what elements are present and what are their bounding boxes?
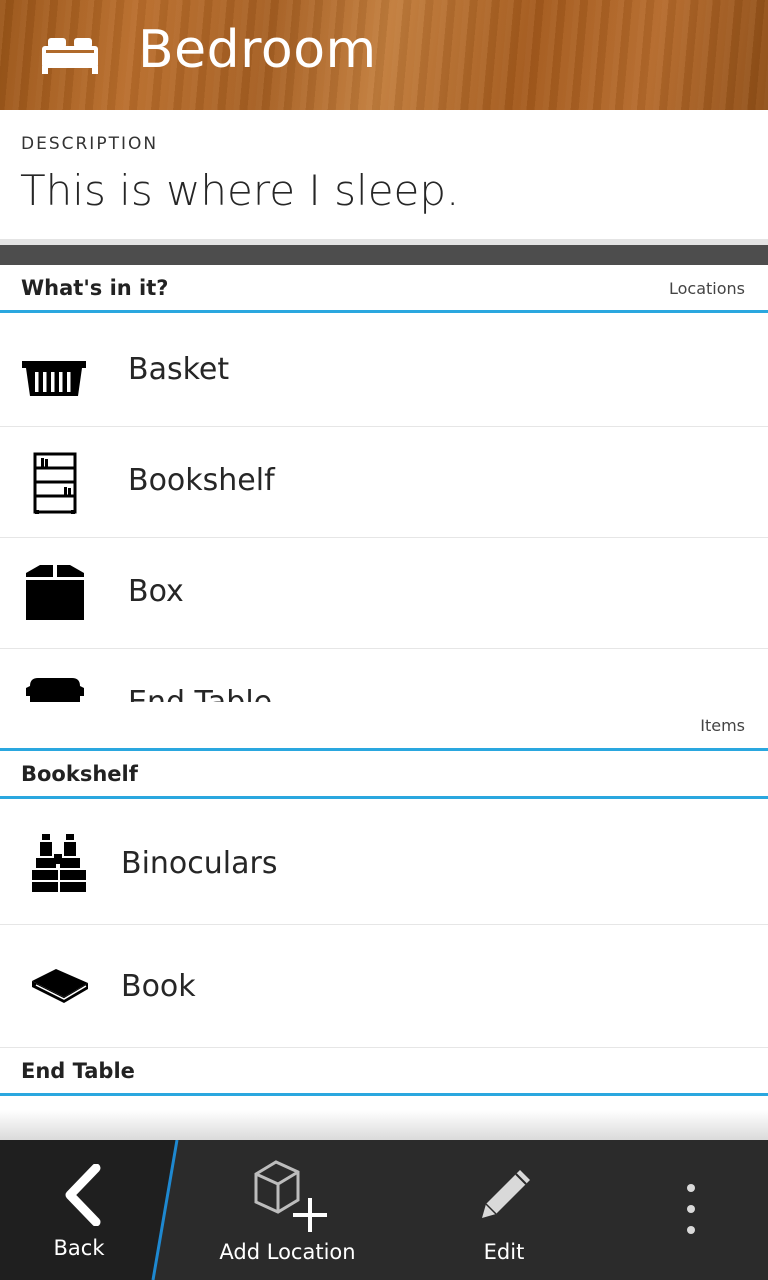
box-icon xyxy=(26,565,84,620)
scroll-fade xyxy=(0,1110,768,1142)
group-title: Bookshelf xyxy=(21,762,138,786)
list-item-label: Bookshelf xyxy=(128,463,275,498)
title-bar: Bedroom xyxy=(0,0,768,110)
locations-header: What's in it? Locations xyxy=(0,265,768,313)
list-item[interactable]: Binoculars xyxy=(0,802,768,925)
group-header-bookshelf: Bookshelf xyxy=(0,751,768,799)
bookshelf-icon xyxy=(33,452,77,514)
add-location-icon[interactable] xyxy=(250,1156,330,1236)
locations-list[interactable]: Basket Bookshelf Box End Table xyxy=(0,316,768,702)
end-table-icon xyxy=(26,678,84,702)
list-item-label: Book xyxy=(121,969,196,1004)
list-item[interactable]: End Table xyxy=(0,649,768,702)
page-title: Bedroom xyxy=(138,20,377,80)
group-header-end-table: End Table xyxy=(0,1048,768,1096)
edit-label[interactable]: Edit xyxy=(460,1240,548,1264)
list-item[interactable]: Bookshelf xyxy=(0,427,768,538)
section-type-label: Items xyxy=(700,716,745,735)
section-type-label: Locations xyxy=(668,279,745,298)
back-icon xyxy=(65,1164,101,1226)
description-text: This is where I sleep. xyxy=(20,166,460,215)
list-item-label: End Table xyxy=(128,685,272,702)
edit-icon[interactable] xyxy=(476,1164,536,1224)
list-item[interactable]: Box xyxy=(0,538,768,649)
back-label[interactable]: Back xyxy=(0,1236,158,1260)
description-label: DESCRIPTION xyxy=(21,134,159,154)
binoculars-icon xyxy=(32,834,86,892)
list-item-label: Basket xyxy=(128,352,230,387)
overflow-menu-icon[interactable] xyxy=(682,1182,700,1238)
list-item[interactable]: Book xyxy=(0,925,768,1048)
list-item-label: Box xyxy=(128,574,184,609)
list-item[interactable]: Basket xyxy=(0,316,768,427)
add-location-label[interactable]: Add Location xyxy=(190,1240,385,1264)
divider xyxy=(0,245,768,265)
book-icon xyxy=(32,969,88,1003)
list-item-label: Binoculars xyxy=(121,846,278,881)
basket-icon xyxy=(22,361,86,396)
group-title: End Table xyxy=(21,1059,135,1083)
action-bar: Back Add Location Edit xyxy=(0,1140,768,1280)
section-title: What's in it? xyxy=(21,276,169,300)
bed-icon xyxy=(42,38,98,74)
